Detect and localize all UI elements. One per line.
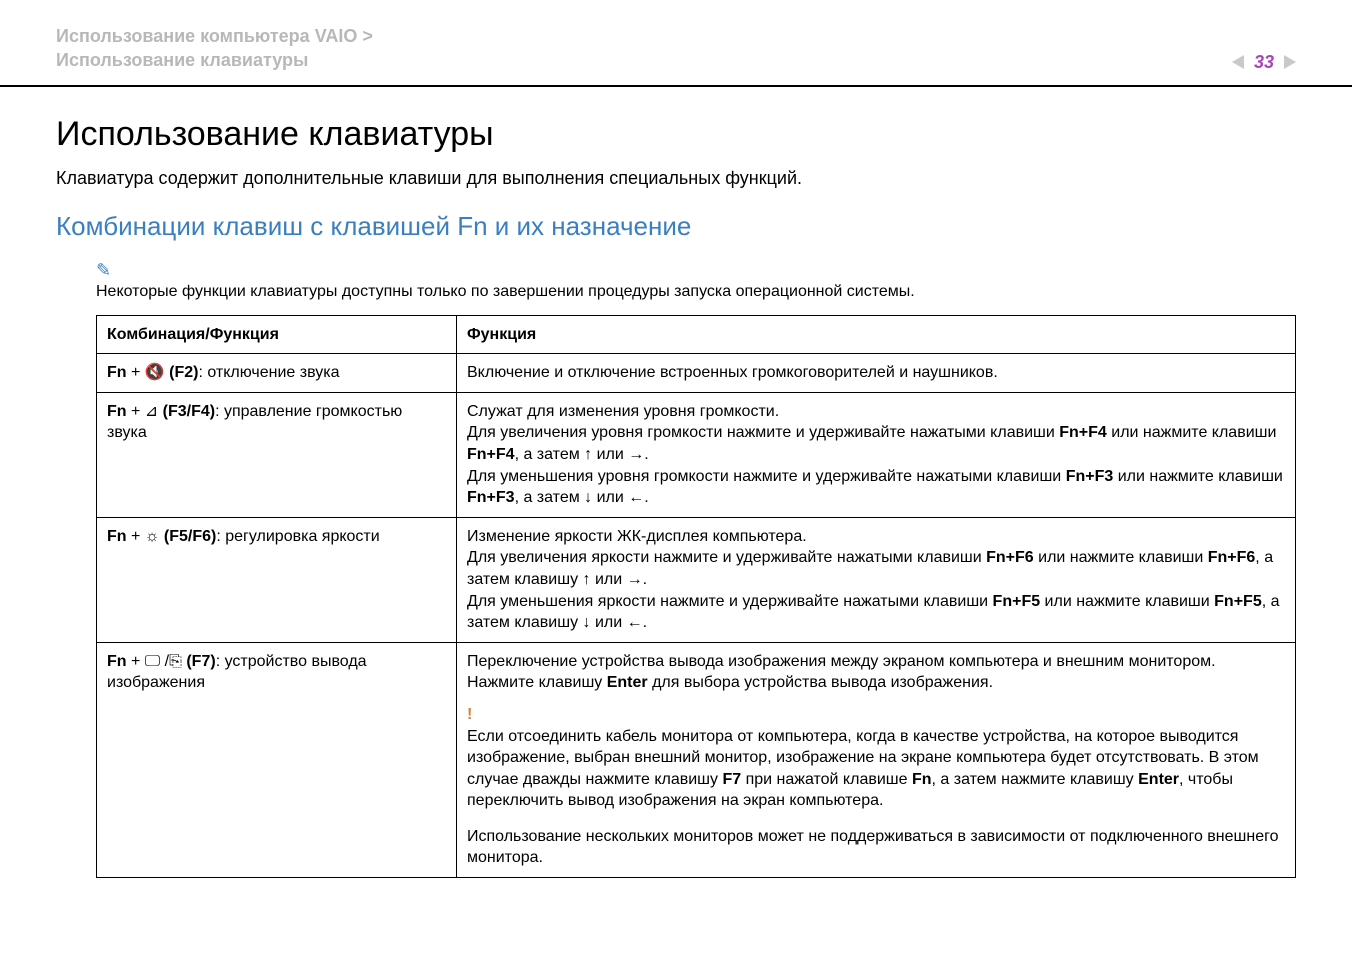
brightness-icon: ☼	[145, 528, 160, 545]
warning-icon: !	[467, 704, 1285, 726]
volume-icon: ⊿	[145, 403, 158, 420]
combo-cell: Fn + 🔇 (F2): отключение звука	[97, 354, 457, 393]
page-header: Использование компьютера VAIO > Использо…	[0, 0, 1352, 87]
fn-label: Fn	[107, 364, 127, 381]
display-output-icon: 🖵 /⎘	[145, 653, 182, 670]
intro-text: Клавиатура содержит дополнительные клави…	[56, 168, 1296, 189]
prev-page-icon[interactable]	[1232, 55, 1244, 69]
col-header-combo: Комбинация/Функция	[97, 315, 457, 354]
breadcrumb-line-1: Использование компьютера VAIO >	[56, 24, 373, 48]
table-row: Fn + ⊿ (F3/F4): управление громкостью зв…	[97, 392, 1296, 517]
func-cell: Изменение яркости ЖК-дисплея компьютера.…	[457, 517, 1296, 642]
func-cell: Включение и отключение встроенных громко…	[457, 354, 1296, 393]
func-cell: Служат для изменения уровня громкости. Д…	[457, 392, 1296, 517]
breadcrumb-line-2: Использование клавиатуры	[56, 48, 373, 72]
pager: 33	[1232, 52, 1296, 73]
combo-cell: Fn + 🖵 /⎘ (F7): устройство вывода изобра…	[97, 642, 457, 877]
page-number: 33	[1254, 52, 1274, 73]
col-header-func: Функция	[457, 315, 1296, 354]
arrow-right-icon: →	[627, 571, 643, 588]
mute-icon: 🔇	[145, 364, 165, 381]
table-row: Fn + 🔇 (F2): отключение звука Включение …	[97, 354, 1296, 393]
arrow-down-icon: ↓	[583, 614, 591, 631]
arrow-up-icon: ↑	[583, 571, 591, 588]
note-icon: ✎	[96, 260, 111, 281]
table-row: Fn + 🖵 /⎘ (F7): устройство вывода изобра…	[97, 642, 1296, 877]
next-page-icon[interactable]	[1284, 55, 1296, 69]
func-cell: Переключение устройства вывода изображен…	[457, 642, 1296, 877]
combo-cell: Fn + ☼ (F5/F6): регулировка яркости	[97, 517, 457, 642]
arrow-left-icon: ←	[627, 614, 643, 631]
fn-keys-table: Комбинация/Функция Функция Fn + 🔇 (F2): …	[96, 315, 1296, 878]
table-row: Fn + ☼ (F5/F6): регулировка яркости Изме…	[97, 517, 1296, 642]
note-block: ✎ Некоторые функции клавиатуры доступны …	[96, 260, 1296, 301]
page-title: Использование клавиатуры	[56, 115, 1296, 154]
arrow-right-icon: →	[628, 446, 644, 463]
page-content: Использование клавиатуры Клавиатура соде…	[0, 87, 1352, 878]
combo-cell: Fn + ⊿ (F3/F4): управление громкостью зв…	[97, 392, 457, 517]
arrow-up-icon: ↑	[584, 446, 592, 463]
arrow-down-icon: ↓	[584, 489, 592, 506]
breadcrumb: Использование компьютера VAIO > Использо…	[56, 24, 373, 73]
note-text: Некоторые функции клавиатуры доступны то…	[96, 283, 1296, 301]
table-header-row: Комбинация/Функция Функция	[97, 315, 1296, 354]
section-heading: Комбинации клавиш с клавишей Fn и их наз…	[56, 211, 1296, 242]
arrow-left-icon: ←	[628, 489, 644, 506]
